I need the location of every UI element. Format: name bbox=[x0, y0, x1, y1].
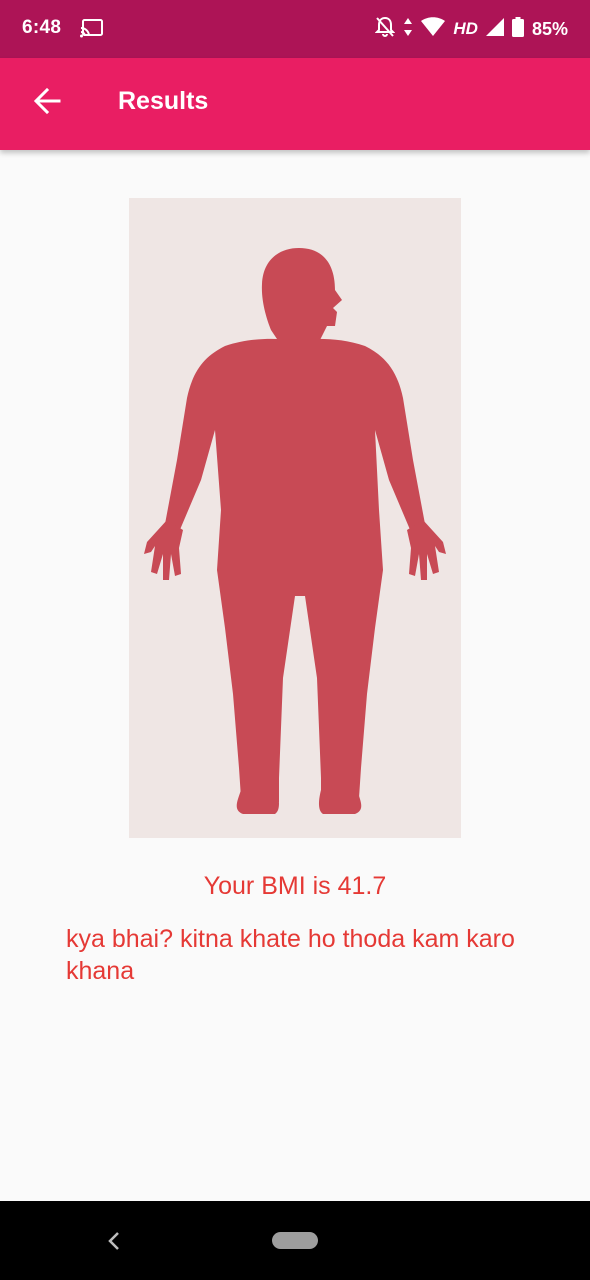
status-bar: 6:48 HD 85% bbox=[0, 0, 590, 58]
page-title: Results bbox=[118, 87, 209, 115]
signal-icon bbox=[485, 17, 504, 41]
data-arrows-icon bbox=[403, 17, 413, 42]
bmi-value-text: Your BMI is 41.7 bbox=[203, 872, 387, 900]
bell-off-icon bbox=[374, 16, 396, 43]
cast-icon bbox=[80, 18, 104, 38]
status-icons: HD 85% bbox=[367, 16, 568, 42]
status-time: 6:48 bbox=[22, 17, 62, 38]
bmi-result-illustration bbox=[129, 198, 461, 838]
battery-icon bbox=[511, 16, 524, 42]
nav-home-pill[interactable] bbox=[272, 1232, 318, 1249]
obese-body-silhouette bbox=[144, 248, 446, 814]
nav-back-icon[interactable] bbox=[104, 1229, 124, 1253]
wifi-icon bbox=[421, 16, 446, 42]
system-navigation-bar bbox=[0, 1201, 590, 1280]
arrow-back-icon bbox=[33, 87, 61, 120]
back-button[interactable] bbox=[24, 80, 70, 126]
network-type-label: HD bbox=[453, 19, 478, 38]
app-bar: Results bbox=[0, 58, 590, 150]
battery-percentage: 85% bbox=[531, 18, 568, 39]
bmi-message-text: kya bhai? kitna khate ho thoda kam karo … bbox=[66, 925, 515, 985]
